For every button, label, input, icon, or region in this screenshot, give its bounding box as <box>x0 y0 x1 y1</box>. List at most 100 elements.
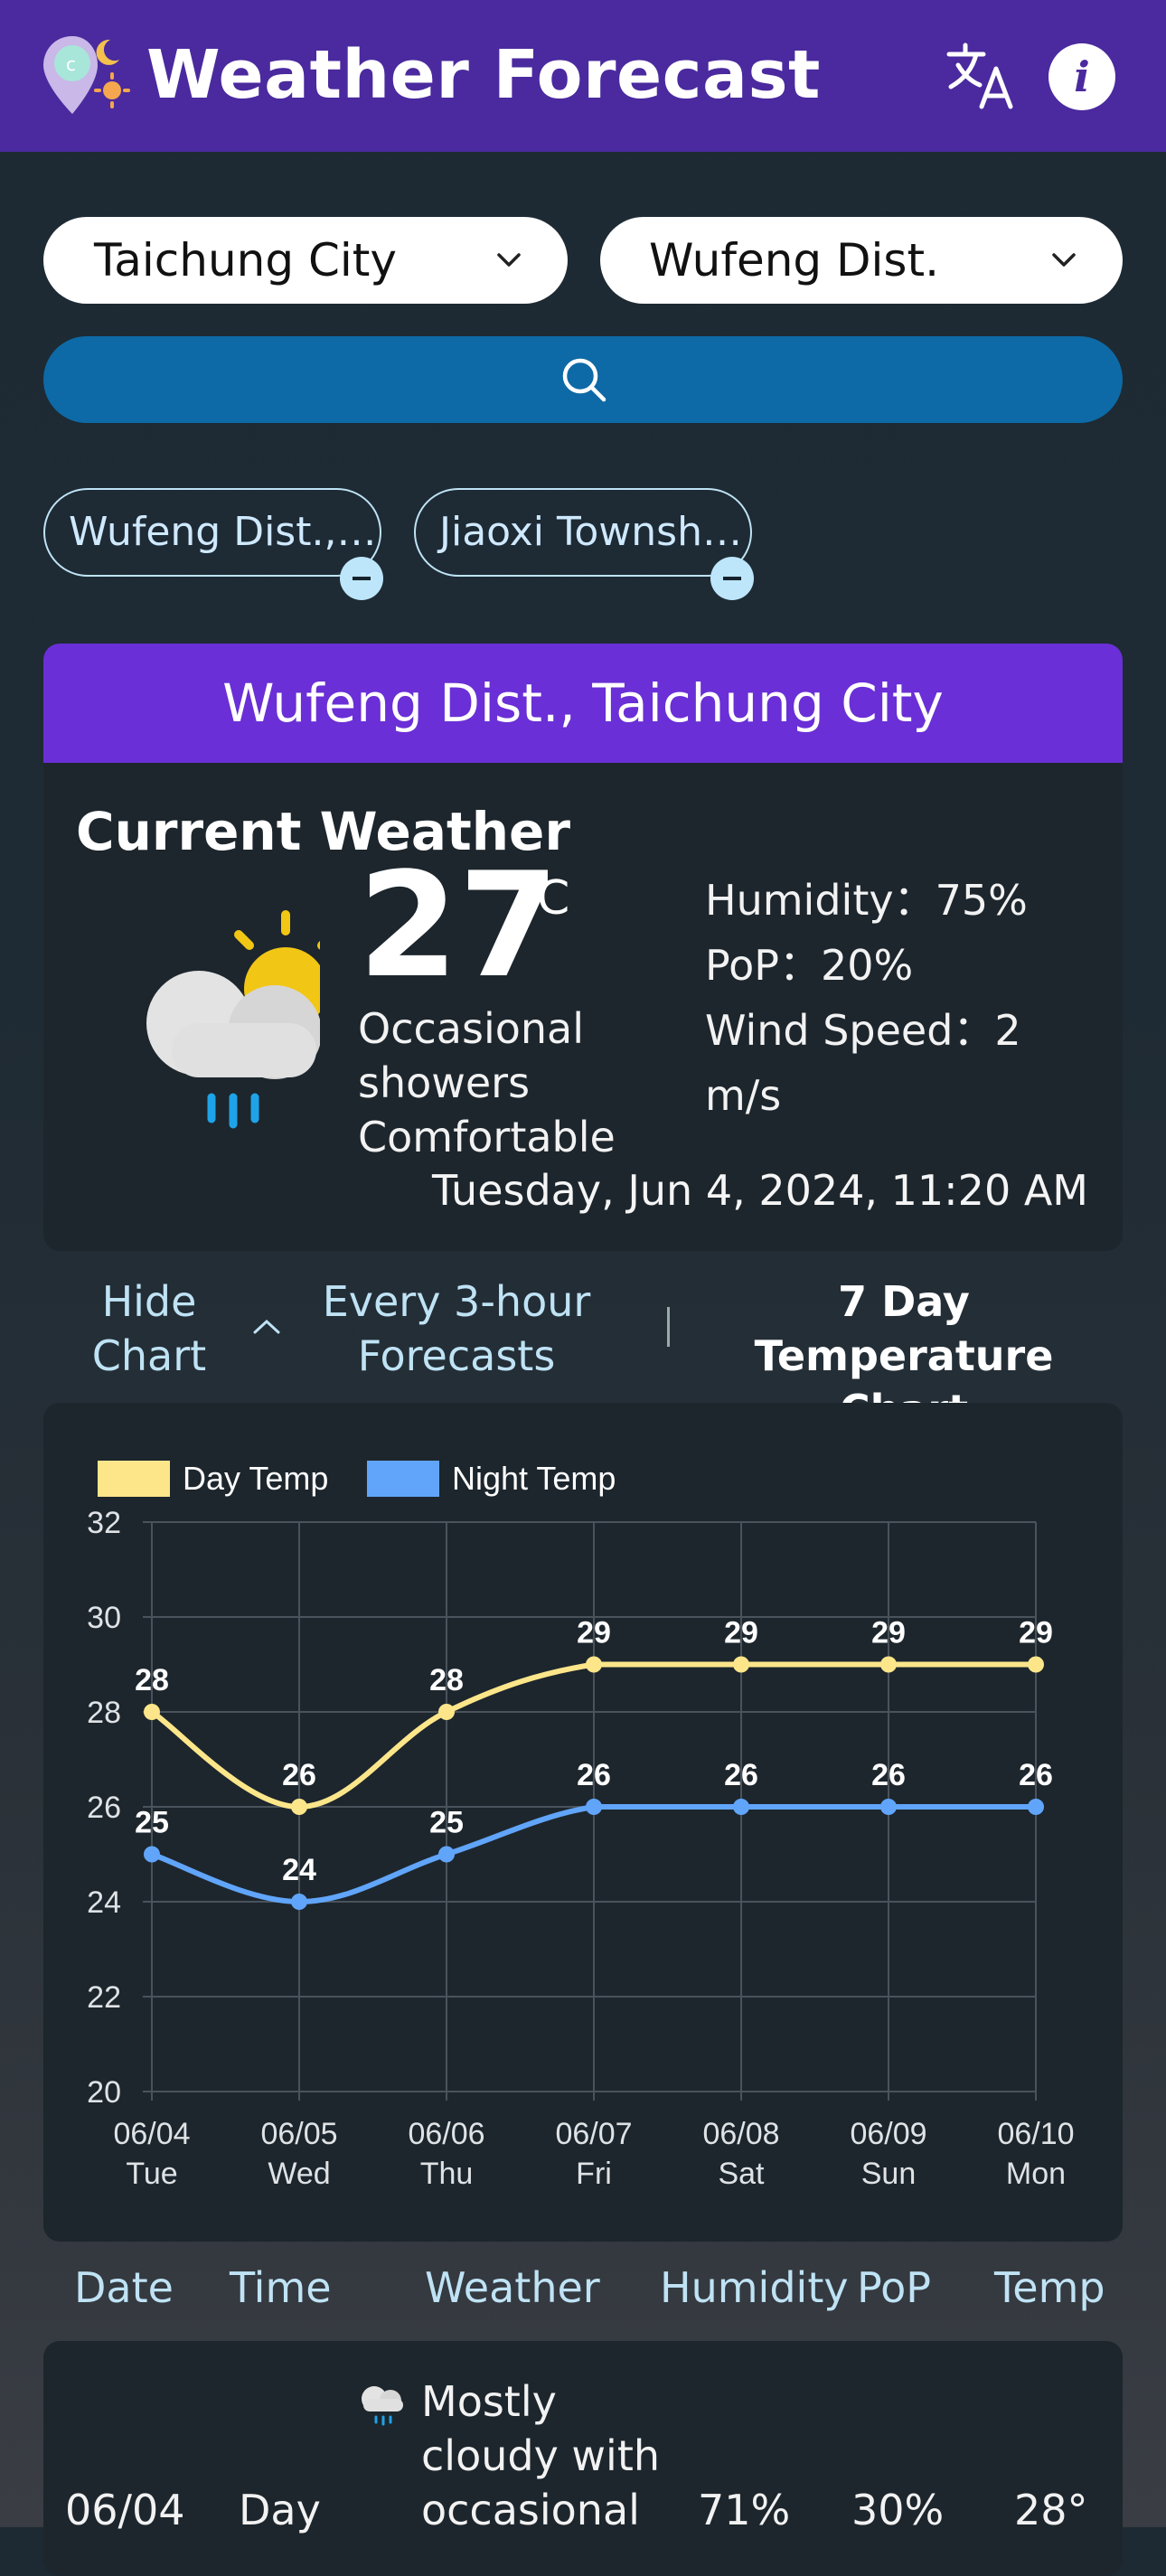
app-title: Weather Forecast <box>146 36 821 114</box>
y-tick-label: 24 <box>87 1885 121 1920</box>
x-tick-label: Sat <box>718 2157 765 2191</box>
city-select-value: Taichung City <box>94 234 397 287</box>
x-tick-label: Thu <box>420 2157 474 2191</box>
weather-condition: Occasional showers <box>358 1004 584 1107</box>
y-tick-label: 26 <box>87 1791 121 1825</box>
x-tick-label: 06/07 <box>555 2117 632 2151</box>
col-header-date: Date <box>74 2263 174 2312</box>
x-tick-label: 06/05 <box>260 2117 337 2151</box>
data-label: 24 <box>282 1853 316 1887</box>
data-point <box>1028 1656 1044 1673</box>
legend-label: Day Temp <box>183 1460 328 1497</box>
translate-icon[interactable] <box>945 42 1018 110</box>
temperature-chart: 20 22 24 26 28 30 32 06/04 Tue 06/05 Wed 06/06 Thu 06… <box>87 1460 1074 2191</box>
legend-label: Night Temp <box>452 1460 616 1497</box>
temperature-unit: °C <box>513 871 570 926</box>
tab-divider <box>667 1307 670 1347</box>
saved-location-chip[interactable]: Jiaoxi Townsh… <box>414 488 752 577</box>
data-point <box>733 1799 749 1815</box>
search-icon <box>562 358 607 402</box>
forecast-table: Mostly cloudy with occasional 06/04 Day … <box>43 2341 1123 2576</box>
humidity-stat: Humidity：75% <box>705 876 1028 925</box>
weather-line-1: Mostly <box>421 2377 557 2426</box>
location-banner: Wufeng Dist., Taichung City <box>43 644 1123 763</box>
chip-label: Jiaoxi Townsh… <box>439 509 742 555</box>
data-point <box>144 1704 160 1720</box>
data-label: 25 <box>135 1806 169 1840</box>
data-point <box>438 1704 455 1720</box>
weather-stats: Humidity：75% PoP：20% Wind Speed：2 m/s <box>705 868 1067 1128</box>
data-point <box>144 1846 160 1863</box>
info-icon: i <box>1074 52 1090 101</box>
data-label: 26 <box>871 1758 906 1792</box>
data-point <box>733 1656 749 1673</box>
x-tick-label: 06/06 <box>408 2117 484 2151</box>
current-weather-card: Current Weather 27 °C Occasional showers… <box>43 763 1123 1251</box>
data-point <box>438 1846 455 1863</box>
saved-location-chip[interactable]: Wufeng Dist.,… <box>43 488 381 577</box>
data-point <box>586 1656 602 1673</box>
chevron-up-icon[interactable] <box>249 1316 284 1338</box>
remove-chip-icon[interactable] <box>710 557 754 600</box>
data-label: 26 <box>1019 1758 1053 1792</box>
info-button[interactable]: i <box>1048 43 1115 110</box>
data-label: 29 <box>871 1616 906 1650</box>
data-label: 26 <box>282 1758 316 1792</box>
partly-cloudy-rain-icon <box>146 910 320 1129</box>
y-tick-label: 22 <box>87 1980 121 2015</box>
pop-stat: PoP：20% <box>705 941 914 990</box>
data-label: 28 <box>135 1663 169 1697</box>
y-tick-label: 30 <box>87 1601 121 1635</box>
data-label: 29 <box>577 1616 611 1650</box>
col-header-humidity: Humidity <box>660 2263 849 2312</box>
app-header: c Weather Forecast i <box>0 0 1166 152</box>
remove-chip-icon[interactable] <box>340 557 383 600</box>
tab-three-hour-forecasts[interactable]: Every 3-hour Forecasts <box>307 1274 606 1383</box>
x-tick-label: Sun <box>861 2157 917 2191</box>
legend-swatch <box>367 1461 439 1497</box>
x-tick-label: Mon <box>1006 2157 1066 2191</box>
observation-datetime: Tuesday, Jun 4, 2024, 11:20 AM <box>431 1166 1088 1215</box>
x-tick-label: Tue <box>126 2157 177 2191</box>
x-tick-label: 06/09 <box>850 2117 926 2151</box>
x-tick-label: 06/10 <box>997 2117 1074 2151</box>
y-tick-label: 28 <box>87 1696 121 1730</box>
y-tick-label: 20 <box>87 2075 121 2110</box>
col-header-weather: Weather <box>425 2263 600 2312</box>
data-point <box>1028 1799 1044 1815</box>
chevron-down-icon <box>1052 253 1076 267</box>
chip-label: Wufeng Dist.,… <box>69 509 377 555</box>
data-point <box>880 1656 897 1673</box>
y-tick-label: 32 <box>87 1506 121 1540</box>
wind-speed-stat: Wind Speed：2 m/s <box>705 1006 1021 1120</box>
temperature-chart-card: 20 22 24 26 28 30 32 06/04 Tue 06/05 Wed 06/06 Thu 06… <box>43 1403 1123 2242</box>
x-tick-label: Fri <box>576 2157 612 2191</box>
search-button[interactable] <box>43 336 1123 423</box>
data-point <box>291 1894 307 1910</box>
data-label: 29 <box>724 1616 758 1650</box>
hide-chart-toggle[interactable]: Hide Chart <box>54 1274 244 1383</box>
col-header-pop: PoP <box>857 2263 931 2312</box>
weather-line-2: cloudy with <box>421 2431 661 2480</box>
svg-text:c: c <box>66 53 76 75</box>
data-point <box>291 1799 307 1815</box>
data-label: 29 <box>1019 1616 1053 1650</box>
data-label: 28 <box>429 1663 464 1697</box>
data-point <box>586 1799 602 1815</box>
data-label: 25 <box>429 1806 464 1840</box>
comfort-level: Comfortable <box>358 1113 616 1161</box>
cloud-rain-icon <box>362 2386 403 2426</box>
x-tick-label: 06/08 <box>702 2117 779 2151</box>
chevron-down-icon <box>497 253 521 267</box>
weather-description: Occasional showers Comfortable <box>358 1001 629 1164</box>
data-label: 26 <box>577 1758 611 1792</box>
district-select-value: Wufeng Dist. <box>649 234 939 287</box>
weather-location-logo-icon: c <box>43 36 130 114</box>
district-select[interactable]: Wufeng Dist. <box>600 217 1123 304</box>
data-label: 26 <box>724 1758 758 1792</box>
col-header-temp: Temp <box>994 2263 1105 2312</box>
data-point <box>880 1799 897 1815</box>
legend-swatch <box>98 1461 170 1497</box>
city-select[interactable]: Taichung City <box>43 217 568 304</box>
x-tick-label: Wed <box>268 2157 330 2191</box>
